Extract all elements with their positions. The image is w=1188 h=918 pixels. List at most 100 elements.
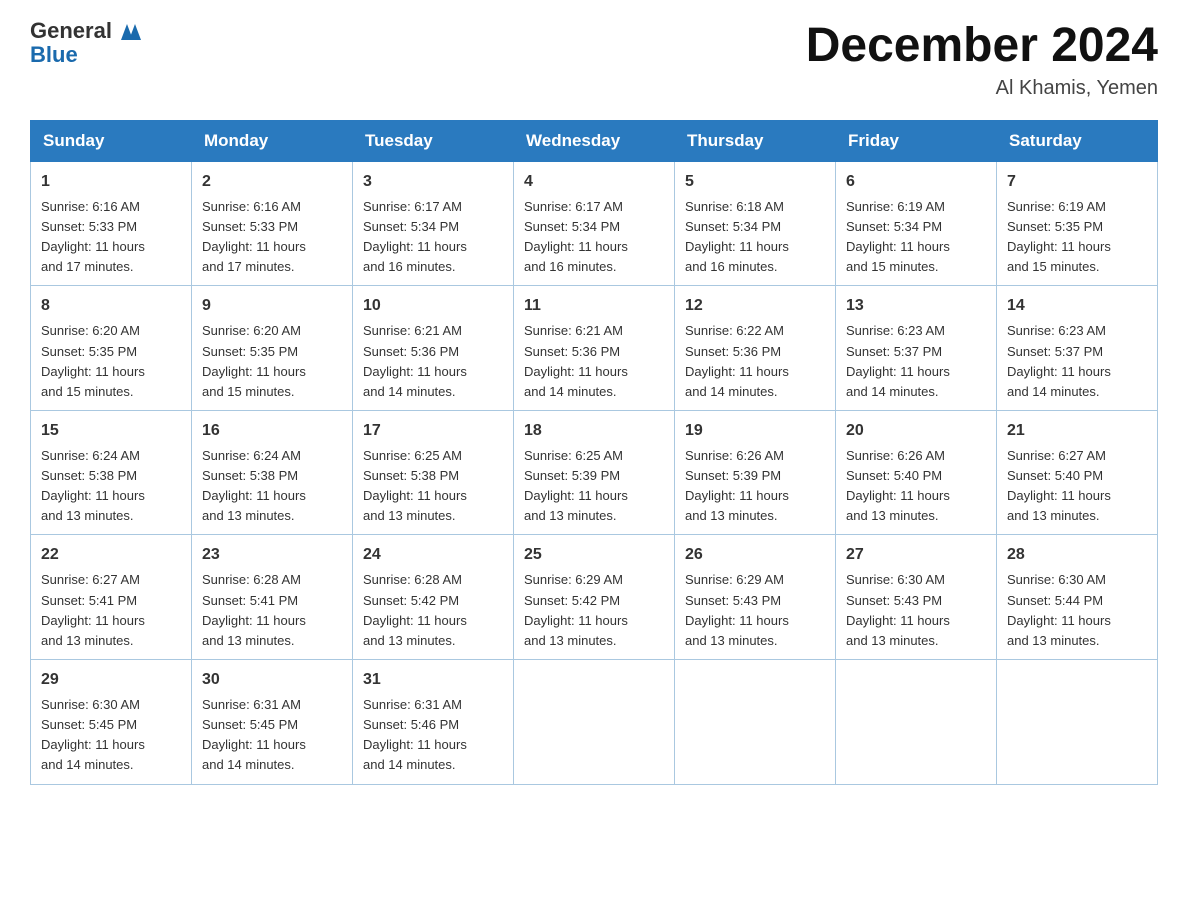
calendar-table: SundayMondayTuesdayWednesdayThursdayFrid…: [30, 120, 1158, 785]
day-info: Sunrise: 6:24 AMSunset: 5:38 PMDaylight:…: [202, 446, 342, 527]
day-info: Sunrise: 6:26 AMSunset: 5:39 PMDaylight:…: [685, 446, 825, 527]
calendar-header-row: SundayMondayTuesdayWednesdayThursdayFrid…: [31, 120, 1158, 161]
logo-triangle-icon: [113, 20, 141, 42]
calendar-cell: 17Sunrise: 6:25 AMSunset: 5:38 PMDayligh…: [353, 410, 514, 535]
day-info: Sunrise: 6:19 AMSunset: 5:34 PMDaylight:…: [846, 197, 986, 278]
day-number: 21: [1007, 419, 1147, 443]
weekday-header-friday: Friday: [836, 120, 997, 161]
day-info: Sunrise: 6:17 AMSunset: 5:34 PMDaylight:…: [363, 197, 503, 278]
day-info: Sunrise: 6:23 AMSunset: 5:37 PMDaylight:…: [1007, 321, 1147, 402]
calendar-cell: 8 Sunrise: 6:20 AMSunset: 5:35 PMDaylight…: [31, 286, 192, 411]
day-number: 15: [41, 419, 181, 443]
calendar-week-row: 8 Sunrise: 6:20 AMSunset: 5:35 PMDaylight…: [31, 286, 1158, 411]
day-info: Sunrise: 6:30 AMSunset: 5:44 PMDaylight:…: [1007, 570, 1147, 651]
day-number: 20: [846, 419, 986, 443]
day-info: Sunrise: 6:21 AMSunset: 5:36 PMDaylight:…: [363, 321, 503, 402]
calendar-cell: 18 Sunrise: 6:25 AMSunset: 5:39 PMDayligh…: [514, 410, 675, 535]
calendar-cell: 25Sunrise: 6:29 AMSunset: 5:42 PMDayligh…: [514, 535, 675, 660]
calendar-cell: 5 Sunrise: 6:18 AMSunset: 5:34 PMDaylight…: [675, 161, 836, 286]
day-info: Sunrise: 6:17 AMSunset: 5:34 PMDaylight:…: [524, 197, 664, 278]
title-block: December 2024 Al Khamis, Yemen: [806, 20, 1158, 100]
day-number: 31: [363, 668, 503, 692]
day-info: Sunrise: 6:16 AMSunset: 5:33 PMDaylight:…: [202, 197, 342, 278]
calendar-cell: 11 Sunrise: 6:21 AMSunset: 5:36 PMDayligh…: [514, 286, 675, 411]
day-info: Sunrise: 6:21 AMSunset: 5:36 PMDaylight:…: [524, 321, 664, 402]
day-info: Sunrise: 6:20 AMSunset: 5:35 PMDaylight:…: [41, 321, 181, 402]
day-info: Sunrise: 6:25 AMSunset: 5:39 PMDaylight:…: [524, 446, 664, 527]
calendar-cell: 19 Sunrise: 6:26 AMSunset: 5:39 PMDayligh…: [675, 410, 836, 535]
day-number: 6: [846, 170, 986, 194]
calendar-cell: 22 Sunrise: 6:27 AMSunset: 5:41 PMDayligh…: [31, 535, 192, 660]
day-number: 8: [41, 294, 181, 318]
calendar-cell: 24Sunrise: 6:28 AMSunset: 5:42 PMDayligh…: [353, 535, 514, 660]
calendar-week-row: 1 Sunrise: 6:16 AMSunset: 5:33 PMDaylight…: [31, 161, 1158, 286]
logo: General Blue: [30, 20, 142, 66]
day-info: Sunrise: 6:28 AMSunset: 5:41 PMDaylight:…: [202, 570, 342, 651]
day-number: 19: [685, 419, 825, 443]
day-number: 29: [41, 668, 181, 692]
weekday-header-tuesday: Tuesday: [353, 120, 514, 161]
day-number: 1: [41, 170, 181, 194]
logo-general-text: General: [30, 20, 112, 42]
day-number: 3: [363, 170, 503, 194]
day-info: Sunrise: 6:30 AMSunset: 5:43 PMDaylight:…: [846, 570, 986, 651]
calendar-cell: 31 Sunrise: 6:31 AMSunset: 5:46 PMDayligh…: [353, 660, 514, 785]
day-number: 7: [1007, 170, 1147, 194]
day-info: Sunrise: 6:30 AMSunset: 5:45 PMDaylight:…: [41, 695, 181, 776]
calendar-cell: 1Sunrise: 6:16 AMSunset: 5:33 PMDaylight…: [31, 161, 192, 286]
day-number: 13: [846, 294, 986, 318]
day-number: 26: [685, 543, 825, 567]
calendar-cell: [997, 660, 1158, 785]
day-info: Sunrise: 6:22 AMSunset: 5:36 PMDaylight:…: [685, 321, 825, 402]
calendar-cell: 30 Sunrise: 6:31 AMSunset: 5:45 PMDayligh…: [192, 660, 353, 785]
calendar-cell: 3 Sunrise: 6:17 AMSunset: 5:34 PMDaylight…: [353, 161, 514, 286]
weekday-header-sunday: Sunday: [31, 120, 192, 161]
day-info: Sunrise: 6:29 AMSunset: 5:43 PMDaylight:…: [685, 570, 825, 651]
calendar-cell: [836, 660, 997, 785]
day-info: Sunrise: 6:31 AMSunset: 5:46 PMDaylight:…: [363, 695, 503, 776]
calendar-cell: 27Sunrise: 6:30 AMSunset: 5:43 PMDayligh…: [836, 535, 997, 660]
calendar-cell: 21 Sunrise: 6:27 AMSunset: 5:40 PMDayligh…: [997, 410, 1158, 535]
day-number: 4: [524, 170, 664, 194]
page-header: General Blue December 2024 Al Khamis, Ye…: [30, 20, 1158, 100]
weekday-header-wednesday: Wednesday: [514, 120, 675, 161]
calendar-cell: 28 Sunrise: 6:30 AMSunset: 5:44 PMDayligh…: [997, 535, 1158, 660]
page-subtitle: Al Khamis, Yemen: [806, 77, 1158, 100]
calendar-cell: [675, 660, 836, 785]
calendar-cell: [514, 660, 675, 785]
day-info: Sunrise: 6:27 AMSunset: 5:41 PMDaylight:…: [41, 570, 181, 651]
day-info: Sunrise: 6:19 AMSunset: 5:35 PMDaylight:…: [1007, 197, 1147, 278]
day-number: 10: [363, 294, 503, 318]
day-info: Sunrise: 6:28 AMSunset: 5:42 PMDaylight:…: [363, 570, 503, 651]
calendar-cell: 12Sunrise: 6:22 AMSunset: 5:36 PMDayligh…: [675, 286, 836, 411]
day-info: Sunrise: 6:31 AMSunset: 5:45 PMDaylight:…: [202, 695, 342, 776]
weekday-header-monday: Monday: [192, 120, 353, 161]
day-info: Sunrise: 6:23 AMSunset: 5:37 PMDaylight:…: [846, 321, 986, 402]
day-number: 28: [1007, 543, 1147, 567]
page-title: December 2024: [806, 20, 1158, 73]
day-number: 16: [202, 419, 342, 443]
calendar-cell: 20Sunrise: 6:26 AMSunset: 5:40 PMDayligh…: [836, 410, 997, 535]
day-info: Sunrise: 6:20 AMSunset: 5:35 PMDaylight:…: [202, 321, 342, 402]
day-info: Sunrise: 6:18 AMSunset: 5:34 PMDaylight:…: [685, 197, 825, 278]
calendar-week-row: 29 Sunrise: 6:30 AMSunset: 5:45 PMDayligh…: [31, 660, 1158, 785]
day-number: 23: [202, 543, 342, 567]
calendar-cell: 29 Sunrise: 6:30 AMSunset: 5:45 PMDayligh…: [31, 660, 192, 785]
calendar-cell: 26 Sunrise: 6:29 AMSunset: 5:43 PMDayligh…: [675, 535, 836, 660]
calendar-cell: 4 Sunrise: 6:17 AMSunset: 5:34 PMDaylight…: [514, 161, 675, 286]
day-info: Sunrise: 6:27 AMSunset: 5:40 PMDaylight:…: [1007, 446, 1147, 527]
day-number: 30: [202, 668, 342, 692]
calendar-cell: 6 Sunrise: 6:19 AMSunset: 5:34 PMDaylight…: [836, 161, 997, 286]
calendar-cell: 23 Sunrise: 6:28 AMSunset: 5:41 PMDayligh…: [192, 535, 353, 660]
day-number: 11: [524, 294, 664, 318]
day-number: 18: [524, 419, 664, 443]
day-number: 2: [202, 170, 342, 194]
calendar-cell: 13 Sunrise: 6:23 AMSunset: 5:37 PMDayligh…: [836, 286, 997, 411]
calendar-cell: 16 Sunrise: 6:24 AMSunset: 5:38 PMDayligh…: [192, 410, 353, 535]
day-number: 25: [524, 543, 664, 567]
calendar-week-row: 22 Sunrise: 6:27 AMSunset: 5:41 PMDayligh…: [31, 535, 1158, 660]
day-number: 22: [41, 543, 181, 567]
logo-blue-text: Blue: [30, 44, 142, 66]
calendar-cell: 10 Sunrise: 6:21 AMSunset: 5:36 PMDayligh…: [353, 286, 514, 411]
day-number: 5: [685, 170, 825, 194]
